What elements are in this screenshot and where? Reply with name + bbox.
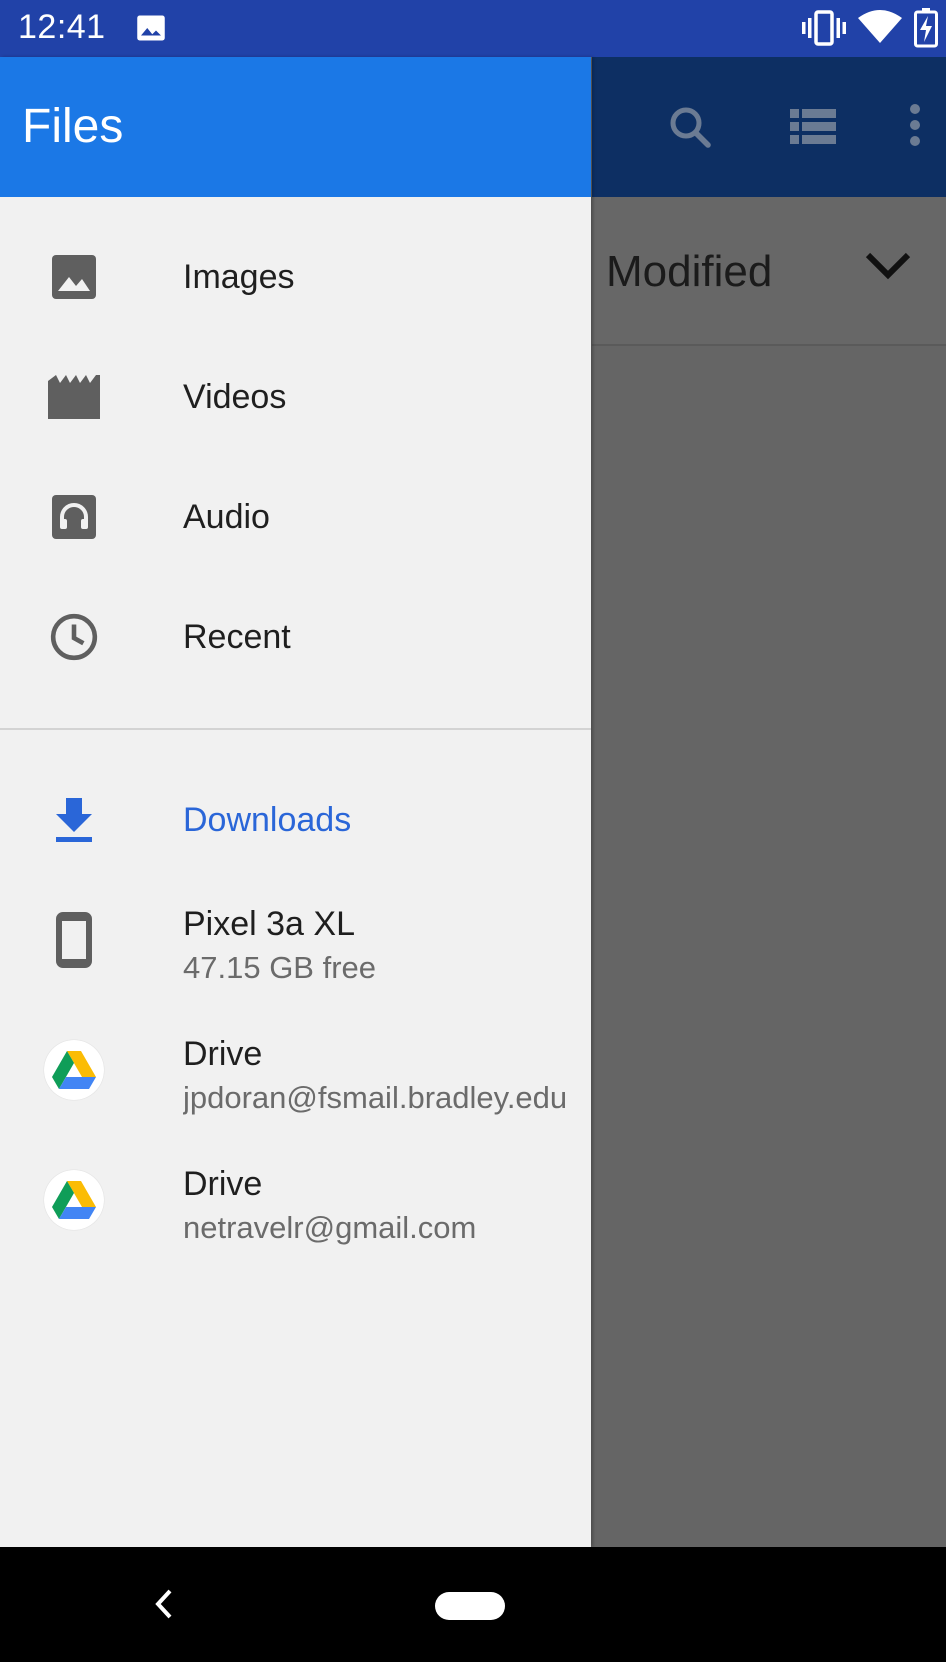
drawer-item-images[interactable]: Images	[0, 222, 591, 332]
drawer-item-label: Audio	[183, 498, 270, 536]
drawer-item-recent[interactable]: Recent	[0, 582, 591, 692]
drawer-item-label: Videos	[183, 378, 287, 416]
drawer-divider	[0, 728, 591, 730]
drawer-item-label: Drive	[183, 1165, 263, 1203]
wifi-icon	[858, 10, 902, 49]
battery-charging-icon	[914, 8, 938, 53]
system-nav-bar	[0, 1547, 946, 1662]
drawer-header: Files	[0, 57, 591, 197]
navigation-drawer: Files Images Videos Audio Recent Downloa…	[0, 57, 591, 1547]
drawer-item-label: Pixel 3a XL	[183, 905, 355, 943]
drawer-item-downloads[interactable]: Downloads	[0, 765, 591, 875]
status-bar: 12:41	[0, 0, 946, 57]
google-drive-icon	[44, 1170, 104, 1230]
image-notification-icon	[136, 13, 166, 48]
movie-icon	[44, 367, 104, 427]
image-icon	[44, 247, 104, 307]
drawer-item-label: Recent	[183, 618, 291, 656]
download-icon	[44, 790, 104, 850]
drawer-item-audio[interactable]: Audio	[0, 462, 591, 572]
drawer-item-label: Images	[183, 258, 295, 296]
drawer-item-drive-1[interactable]: Drive jpdoran@fsmail.bradley.edu	[0, 1015, 591, 1125]
drawer-item-sublabel: jpdoran@fsmail.bradley.edu	[183, 1080, 568, 1115]
sort-row: Modified	[592, 197, 946, 346]
clock-icon	[44, 607, 104, 667]
google-drive-icon	[44, 1040, 104, 1100]
phone-icon	[44, 910, 104, 970]
drawer-item-label: Downloads	[183, 801, 352, 839]
list-view-icon	[790, 107, 836, 152]
back-icon[interactable]	[150, 1587, 178, 1626]
drawer-item-drive-2[interactable]: Drive netravelr@gmail.com	[0, 1145, 591, 1255]
google-drive-icon-wrapper	[44, 1170, 104, 1230]
more-vert-icon	[908, 103, 922, 152]
home-pill[interactable]	[435, 1592, 505, 1620]
background-toolbar	[592, 57, 946, 197]
drawer-item-label: Drive	[183, 1035, 263, 1073]
vibrate-icon	[802, 10, 846, 51]
drawer-title: Files	[22, 100, 124, 153]
drawer-item-sublabel: 47.15 GB free	[183, 950, 377, 985]
background-content-scrim[interactable]	[592, 197, 946, 1547]
search-icon	[666, 103, 714, 156]
drawer-item-sublabel: netravelr@gmail.com	[183, 1210, 477, 1245]
sort-label: Modified	[606, 247, 773, 296]
status-time: 12:41	[18, 8, 106, 46]
drawer-item-device[interactable]: Pixel 3a XL 47.15 GB free	[0, 885, 591, 995]
headphones-icon	[44, 487, 104, 547]
chevron-down-icon	[864, 251, 912, 288]
google-drive-icon-wrapper	[44, 1040, 104, 1100]
drawer-item-videos[interactable]: Videos	[0, 342, 591, 452]
